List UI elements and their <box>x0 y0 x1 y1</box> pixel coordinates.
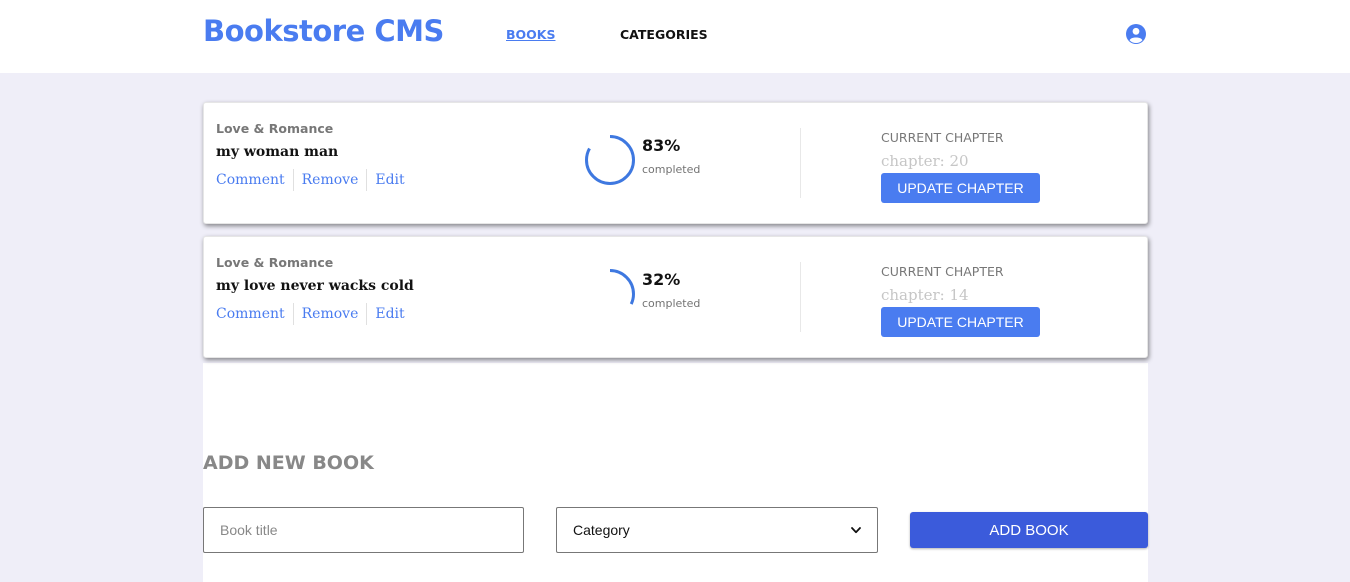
action-divider <box>366 169 368 191</box>
category-select-value: Category <box>573 522 630 538</box>
action-divider <box>366 303 368 325</box>
nav-link-books[interactable]: BOOKS <box>506 27 555 42</box>
category-select[interactable]: Category <box>556 507 878 553</box>
update-chapter-button[interactable]: UPDATE CHAPTER <box>881 307 1040 337</box>
book-actions: Comment Remove Edit <box>216 169 405 191</box>
current-chapter-label: CURRENT CHAPTER <box>881 130 1004 145</box>
progress-status: completed <box>642 297 701 310</box>
progress-ring <box>585 269 635 319</box>
progress-percent: 32% <box>642 270 681 289</box>
book-title: my woman man <box>216 144 339 160</box>
chevron-down-icon <box>851 526 861 533</box>
progress-ring <box>585 135 635 185</box>
add-book-button[interactable]: ADD BOOK <box>910 512 1148 548</box>
user-profile-button[interactable] <box>1125 23 1147 45</box>
action-divider <box>292 169 294 191</box>
comment-button[interactable]: Comment <box>216 172 285 188</box>
add-book-heading: ADD NEW BOOK <box>203 452 374 474</box>
remove-button[interactable]: Remove <box>302 306 359 322</box>
book-genre: Love & Romance <box>216 121 334 136</box>
action-divider <box>292 303 294 325</box>
nav-link-categories[interactable]: CATEGORIES <box>620 27 708 42</box>
progress-percent: 83% <box>642 136 681 155</box>
card-divider <box>800 262 801 332</box>
current-chapter-value: chapter: 20 <box>881 152 969 170</box>
comment-button[interactable]: Comment <box>216 306 285 322</box>
remove-button[interactable]: Remove <box>302 172 359 188</box>
top-navbar: Bookstore CMS BOOKS CATEGORIES <box>0 0 1350 73</box>
update-chapter-button[interactable]: UPDATE CHAPTER <box>881 173 1040 203</box>
card-divider <box>800 128 801 198</box>
book-actions: Comment Remove Edit <box>216 303 405 325</box>
book-title-input[interactable] <box>203 507 524 553</box>
current-chapter-label: CURRENT CHAPTER <box>881 264 1004 279</box>
book-title: my love never wacks cold <box>216 278 414 294</box>
edit-button[interactable]: Edit <box>375 306 404 322</box>
edit-button[interactable]: Edit <box>375 172 404 188</box>
book-card: Love & Romance my woman man Comment Remo… <box>203 102 1148 224</box>
brand-logo[interactable]: Bookstore CMS <box>203 14 444 48</box>
user-circle-icon <box>1126 24 1146 44</box>
progress-status: completed <box>642 163 701 176</box>
book-card: Love & Romance my love never wacks cold … <box>203 236 1148 358</box>
book-genre: Love & Romance <box>216 255 334 270</box>
current-chapter-value: chapter: 14 <box>881 286 969 304</box>
